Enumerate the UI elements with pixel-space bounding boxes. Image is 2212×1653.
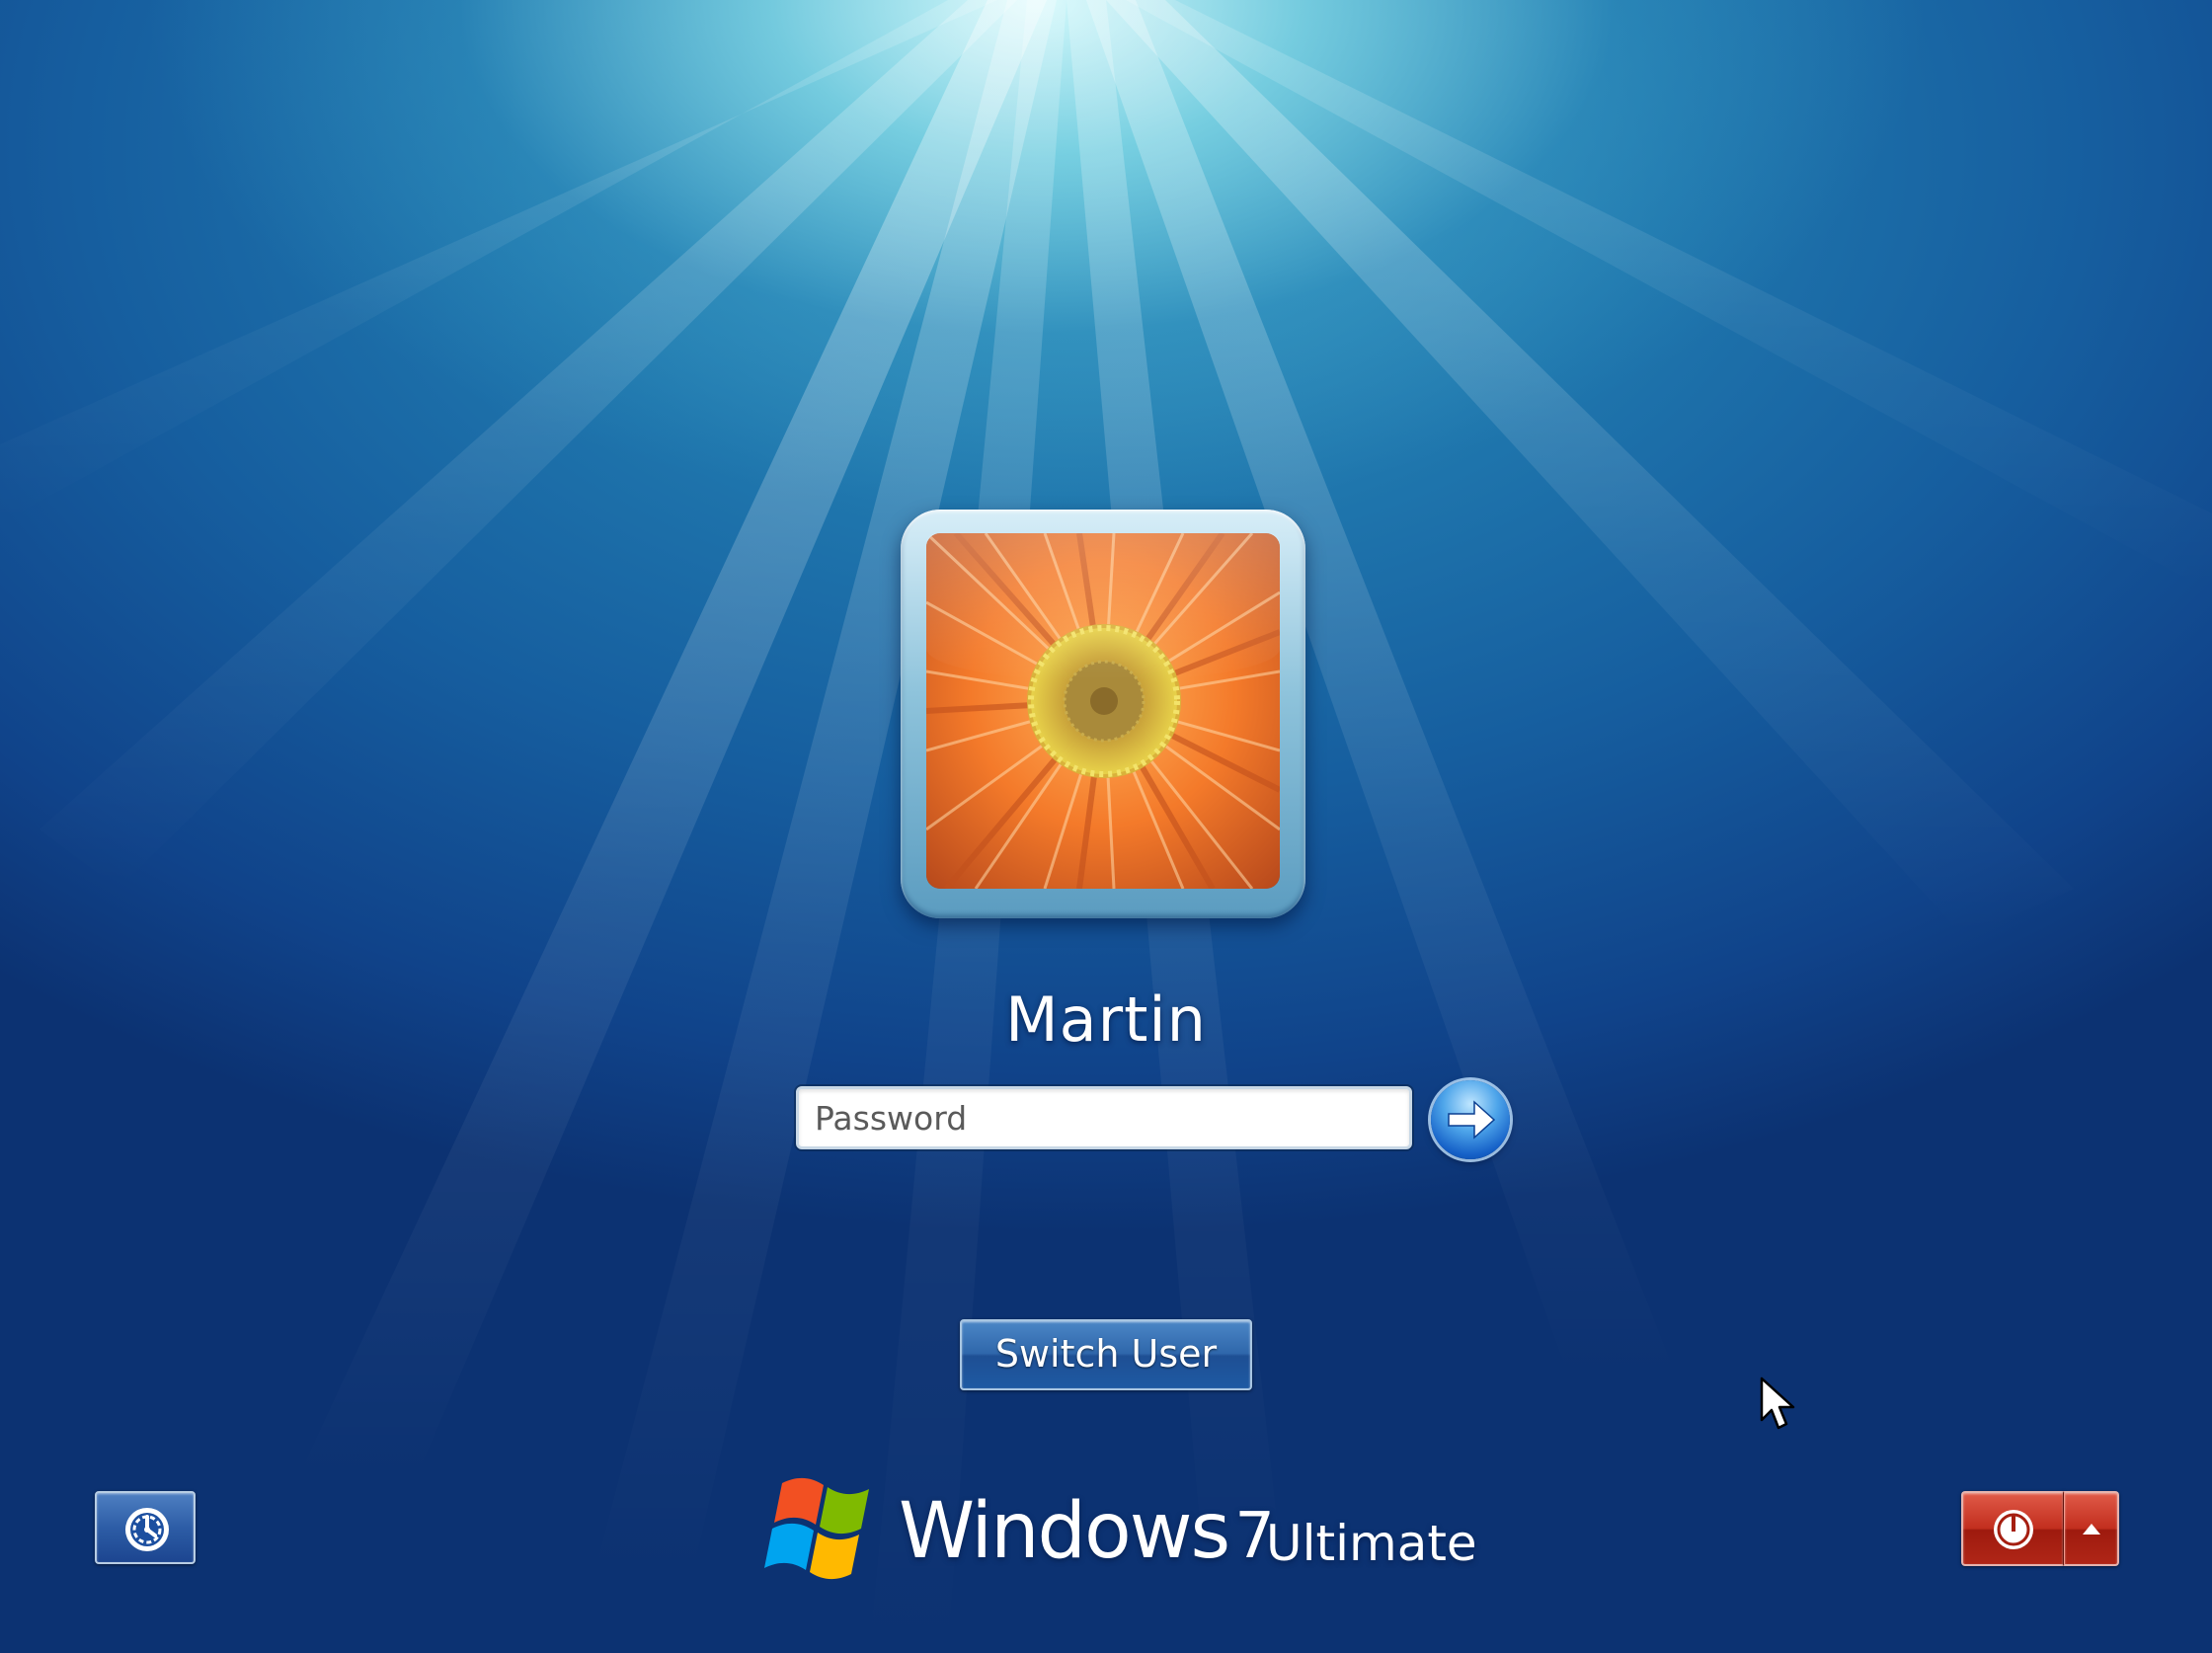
arrow-right-icon <box>1448 1100 1496 1140</box>
ease-of-access-button[interactable] <box>95 1491 196 1564</box>
submit-button[interactable] <box>1431 1080 1510 1159</box>
brand-wordmark: Windows7 <box>899 1487 1275 1576</box>
power-icon <box>1994 1510 2033 1549</box>
shutdown-options-button[interactable] <box>2064 1491 2119 1566</box>
triangle-up-icon <box>2083 1524 2100 1535</box>
brand-edition: Ultimate <box>1266 1515 1477 1572</box>
mouse-cursor-icon <box>1760 1377 1795 1430</box>
shutdown-control <box>1961 1491 2119 1566</box>
windows-branding: Windows7 Ultimate <box>754 1469 1477 1588</box>
user-name: Martin <box>1005 984 1207 1056</box>
shutdown-button[interactable] <box>1961 1491 2064 1566</box>
user-avatar-frame <box>901 510 1305 918</box>
logon-screen: Martin Switch User Windows7 Ultimate <box>0 0 2212 1653</box>
password-field[interactable] <box>796 1086 1412 1149</box>
brand-product: Windows <box>899 1487 1230 1576</box>
user-avatar <box>926 533 1280 889</box>
switch-user-button[interactable]: Switch User <box>960 1319 1252 1390</box>
ease-of-access-icon <box>125 1508 169 1551</box>
windows-flag-logo <box>764 1477 869 1580</box>
